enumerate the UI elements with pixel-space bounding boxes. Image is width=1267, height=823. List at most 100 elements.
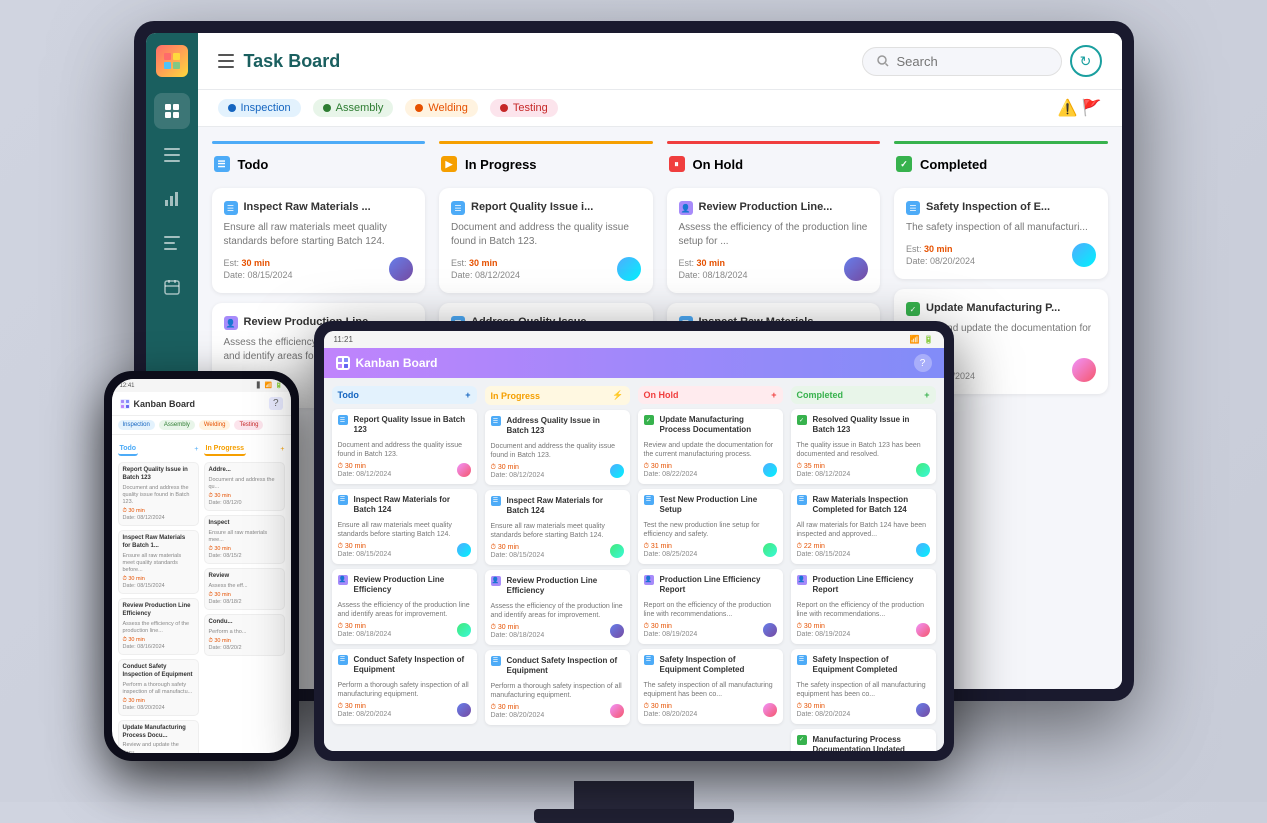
- tablet-task-card[interactable]: ☰ Safety Inspection of Equipment Complet…: [791, 649, 936, 724]
- tablet-task-card[interactable]: ☰ Safety Inspection of Equipment Complet…: [638, 649, 783, 724]
- t-card-desc: The quality issue in Batch 123 has been …: [797, 441, 930, 459]
- t-card-time: ⏱ 30 min: [491, 624, 545, 632]
- t-card-date: Date: 08/12/2024: [491, 472, 545, 479]
- tablet-task-card[interactable]: ☰ Report Quality Issue in Batch 123 Docu…: [332, 409, 477, 484]
- p-card-title: Condu...: [209, 619, 280, 627]
- sidebar-icon-calendar[interactable]: [154, 269, 190, 305]
- sidebar-icon-menu[interactable]: [154, 137, 190, 173]
- t-card-desc: The safety inspection of all manufacturi…: [797, 681, 930, 699]
- t-card-footer: ⏱ 30 minDate: 08/20/2024: [338, 703, 471, 718]
- task-card[interactable]: ☰ Report Quality Issue i... Document and…: [439, 188, 653, 293]
- p-card-desc: Perform a thorough safety inspection of …: [123, 682, 194, 696]
- phone-inprogress-add[interactable]: +: [280, 446, 284, 453]
- phone-todo-label: Todo: [118, 443, 139, 456]
- tablet-logo: [336, 356, 350, 370]
- tablet-task-card[interactable]: ☰ Test New Production Line Setup Test th…: [638, 489, 783, 564]
- t-card-footer: ⏱ 35 minDate: 08/12/2024: [797, 463, 930, 478]
- filter-tag-inspection[interactable]: Inspection: [218, 99, 301, 117]
- tablet-task-card[interactable]: ✓ Update Manufacturing Process Documenta…: [638, 409, 783, 484]
- t-card-title: Update Manufacturing Process Documentati…: [660, 415, 777, 436]
- phone-battery-icon: 🔋: [275, 382, 282, 389]
- phone-task-card[interactable]: Report Quality Issue in Batch 123 Docume…: [118, 462, 199, 526]
- tablet-onhold-add[interactable]: +: [771, 390, 776, 400]
- t-card-icon: ☰: [491, 416, 501, 426]
- t-card-date: Date: 08/12/2024: [338, 471, 392, 478]
- tablet-task-card[interactable]: 👤 Review Production Line Efficiency Asse…: [485, 570, 630, 645]
- p-card-date: Date: 08/18/2: [209, 599, 280, 605]
- p-card-time: ⏱ 30 min: [209, 592, 280, 599]
- phone-task-card[interactable]: Update Manufacturing Process Docu... Rev…: [118, 720, 199, 753]
- menu-icon[interactable]: [218, 54, 234, 68]
- tablet-task-card[interactable]: ☰ Conduct Safety Inspection of Equipment…: [485, 650, 630, 725]
- refresh-button[interactable]: ↻: [1070, 45, 1102, 77]
- phone-task-card[interactable]: Review Assess the eff... ⏱ 30 min Date: …: [204, 568, 285, 610]
- p-card-desc: Document and address the quality issue f…: [123, 485, 194, 506]
- task-card[interactable]: ☰ Safety Inspection of E... The safety i…: [894, 188, 1108, 279]
- card-icon: ☰: [451, 201, 465, 215]
- phone-filter-assembly[interactable]: Assembly: [159, 420, 195, 430]
- t-card-date: Date: 08/15/2024: [797, 551, 851, 558]
- filter-tag-assembly[interactable]: Assembly: [313, 99, 394, 117]
- tablet-todo-add[interactable]: +: [465, 390, 470, 400]
- card-icon: 👤: [679, 201, 693, 215]
- t-card-date: Date: 08/12/2024: [797, 471, 851, 478]
- t-card-avatar: [610, 704, 624, 718]
- tablet-task-card[interactable]: 👤 Production Line Efficiency Report Repo…: [791, 569, 936, 644]
- todo-header-bar: [212, 141, 426, 144]
- phone-filter-testing[interactable]: Testing: [234, 420, 263, 430]
- phone-todo-add[interactable]: +: [194, 446, 198, 453]
- tablet-task-card[interactable]: ☰ Conduct Safety Inspection of Equipment…: [332, 649, 477, 724]
- task-card[interactable]: 👤 Review Production Line... Assess the e…: [667, 188, 881, 293]
- phone-task-card[interactable]: Inspect Ensure all raw materials mee... …: [204, 515, 285, 564]
- filter-tag-welding[interactable]: Welding: [405, 99, 478, 117]
- tablet-onhold-header: On Hold +: [638, 386, 783, 404]
- phone-task-card[interactable]: Review Production Line Efficiency Assess…: [118, 598, 199, 655]
- task-card[interactable]: ☰ Inspect Raw Materials ... Ensure all r…: [212, 188, 426, 293]
- tablet-status-bar: 11:21 📶 🔋: [324, 331, 944, 348]
- card-title: Review Production Line...: [699, 200, 833, 214]
- t-card-time: ⏱ 30 min: [338, 703, 392, 711]
- tablet-task-card[interactable]: ☰ Address Quality Issue in Batch 123 Doc…: [485, 410, 630, 485]
- tablet-task-card[interactable]: 👤 Production Line Efficiency Report Repo…: [638, 569, 783, 644]
- p-card-time: ⏱ 30 min: [123, 576, 194, 583]
- tablet-onhold-label: On Hold: [644, 390, 679, 400]
- phone-todo-header-row: Todo +: [118, 441, 199, 458]
- phone-filter-welding[interactable]: Welding: [199, 420, 231, 430]
- search-input[interactable]: [897, 54, 1037, 69]
- tablet-task-card[interactable]: ☰ Raw Materials Inspection Completed for…: [791, 489, 936, 564]
- t-card-icon: 👤: [644, 575, 654, 585]
- phone-status-bar: 12:41 ▋ 📶 🔋: [112, 379, 291, 392]
- sidebar-icon-chart[interactable]: [154, 181, 190, 217]
- tablet-task-card[interactable]: ☰ Inspect Raw Materials for Batch 124 En…: [332, 489, 477, 564]
- tablet-task-card[interactable]: 👤 Review Production Line Efficiency Asse…: [332, 569, 477, 644]
- filter-tag-testing[interactable]: Testing: [490, 99, 558, 117]
- t-card-footer: ⏱ 30 minDate: 08/19/2024: [644, 623, 777, 638]
- tablet-task-card[interactable]: ✓ Manufacturing Process Documentation Up…: [791, 729, 936, 751]
- phone-task-card[interactable]: Conduct Safety Inspection of Equipment P…: [118, 659, 199, 716]
- t-card-avatar: [610, 464, 624, 478]
- monitor-stand: [574, 781, 694, 811]
- tablet-help-button[interactable]: ?: [914, 354, 932, 372]
- search-bar[interactable]: [862, 47, 1062, 76]
- tablet-status-icons: 📶 🔋: [910, 335, 934, 344]
- phone-help-btn[interactable]: ?: [269, 397, 283, 410]
- onhold-header-bar: [667, 141, 881, 144]
- tablet-task-card[interactable]: ✓ Resolved Quality Issue in Batch 123 Th…: [791, 409, 936, 484]
- card-time: Est: 30 min: [451, 258, 520, 268]
- tablet-wifi-icon: 📶: [910, 335, 920, 344]
- card-avatar: [617, 257, 641, 281]
- sidebar-icon-grid[interactable]: [154, 93, 190, 129]
- completed-col-label: Completed: [920, 157, 987, 172]
- phone-task-card[interactable]: Condu... Perform a tho... ⏱ 30 min Date:…: [204, 614, 285, 656]
- phone-task-card[interactable]: Addre... Document and address the qu... …: [204, 462, 285, 511]
- card-footer: Est: 30 min Date: 08/20/2024: [906, 243, 1096, 267]
- t-card-icon: 👤: [797, 575, 807, 585]
- phone-task-card[interactable]: Inspect Raw Materials for Batch 1... Ens…: [118, 530, 199, 594]
- phone-filter-inspection[interactable]: Inspection: [118, 420, 155, 430]
- sidebar-icon-list[interactable]: [154, 225, 190, 261]
- onhold-col-header: ⏸ On Hold: [667, 150, 881, 178]
- tablet-task-card[interactable]: ☰ Inspect Raw Materials for Batch 124 En…: [485, 490, 630, 565]
- tablet-completed-add[interactable]: +: [924, 390, 929, 400]
- sidebar-logo: [156, 45, 188, 77]
- phone-mockup: 12:41 ▋ 📶 🔋 Kanban Board ? Inspection: [104, 371, 299, 761]
